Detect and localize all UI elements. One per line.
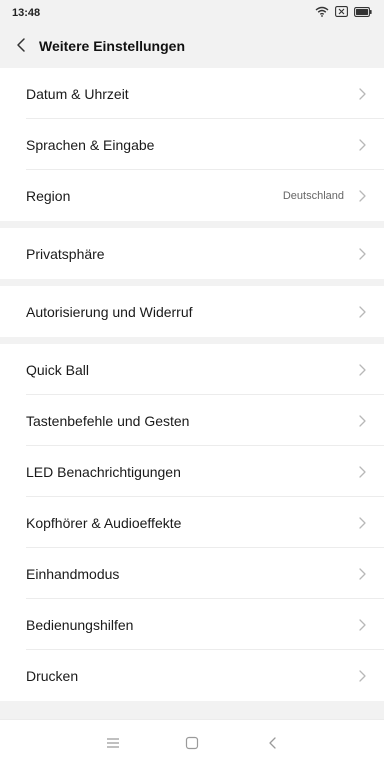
- setting-label: Privatsphäre: [26, 245, 105, 262]
- menu-icon: [106, 736, 120, 754]
- group-separator: [0, 279, 384, 286]
- settings-list: Datum & Uhrzeit Sprachen & Eingabe Regio…: [0, 68, 384, 708]
- setting-authorization-revocation[interactable]: Autorisierung und Widerruf: [0, 286, 384, 337]
- setting-quick-ball[interactable]: Quick Ball: [0, 344, 384, 395]
- setting-languages-input[interactable]: Sprachen & Eingabe: [0, 119, 384, 170]
- setting-region[interactable]: Region Deutschland: [0, 170, 384, 221]
- setting-label: Region: [26, 187, 71, 204]
- setting-headphones-audio-effects[interactable]: Kopfhörer & Audioeffekte: [0, 497, 384, 548]
- group-separator: [0, 337, 384, 344]
- home-button[interactable]: [183, 736, 201, 754]
- chevron-right-icon: [357, 414, 367, 428]
- settings-group-general: Datum & Uhrzeit Sprachen & Eingabe Regio…: [0, 68, 384, 221]
- chevron-right-icon: [357, 363, 367, 377]
- system-navigation-bar: [0, 719, 384, 769]
- app-header: Weitere Einstellungen: [0, 26, 384, 69]
- setting-privacy[interactable]: Privatsphäre: [0, 228, 384, 279]
- status-bar: 13:48: [0, 0, 384, 26]
- chevron-right-icon: [357, 247, 367, 261]
- setting-label: Drucken: [26, 667, 79, 684]
- chevron-right-icon: [357, 189, 367, 203]
- group-separator: [0, 701, 384, 708]
- setting-accessibility[interactable]: Bedienungshilfen: [0, 599, 384, 650]
- system-back-button[interactable]: [264, 736, 282, 754]
- chevron-right-icon: [357, 465, 367, 479]
- chevron-left-icon: [16, 37, 26, 58]
- status-icons: [315, 5, 372, 21]
- home-icon: [185, 736, 199, 755]
- setting-label: Quick Ball: [26, 361, 90, 378]
- chevron-right-icon: [357, 669, 367, 683]
- page-title: Weitere Einstellungen: [39, 38, 185, 54]
- chevron-right-icon: [357, 567, 367, 581]
- setting-printing[interactable]: Drucken: [0, 650, 384, 701]
- setting-label: Sprachen & Eingabe: [26, 136, 155, 153]
- setting-led-notifications[interactable]: LED Benachrichtigungen: [0, 446, 384, 497]
- settings-group-authorization: Autorisierung und Widerruf: [0, 286, 384, 337]
- setting-date-time[interactable]: Datum & Uhrzeit: [0, 68, 384, 119]
- battery-icon: [354, 4, 372, 22]
- chevron-right-icon: [357, 138, 367, 152]
- settings-group-system: Quick Ball Tastenbefehle und Gesten LED …: [0, 344, 384, 701]
- setting-label: Bedienungshilfen: [26, 616, 134, 633]
- settings-group-privacy: Privatsphäre: [0, 228, 384, 279]
- recent-apps-button[interactable]: [104, 736, 122, 754]
- back-button[interactable]: [8, 34, 34, 60]
- setting-label: Autorisierung und Widerruf: [26, 303, 193, 320]
- wifi-icon: [315, 4, 329, 22]
- setting-value-region: Deutschland: [282, 189, 344, 202]
- setting-label: LED Benachrichtigungen: [26, 463, 181, 480]
- setting-label: Tastenbefehle und Gesten: [26, 412, 190, 429]
- setting-label: Kopfhörer & Audioeffekte: [26, 514, 182, 531]
- back-icon: [268, 736, 278, 755]
- sim-card-icon: [335, 4, 348, 22]
- chevron-right-icon: [357, 618, 367, 632]
- chevron-right-icon: [357, 516, 367, 530]
- group-separator: [0, 221, 384, 228]
- chevron-right-icon: [357, 87, 367, 101]
- status-time: 13:48: [12, 7, 41, 19]
- setting-label: Einhandmodus: [26, 565, 120, 582]
- setting-label: Datum & Uhrzeit: [26, 85, 129, 102]
- setting-button-shortcuts-gestures[interactable]: Tastenbefehle und Gesten: [0, 395, 384, 446]
- chevron-right-icon: [357, 305, 367, 319]
- setting-one-handed-mode[interactable]: Einhandmodus: [0, 548, 384, 599]
